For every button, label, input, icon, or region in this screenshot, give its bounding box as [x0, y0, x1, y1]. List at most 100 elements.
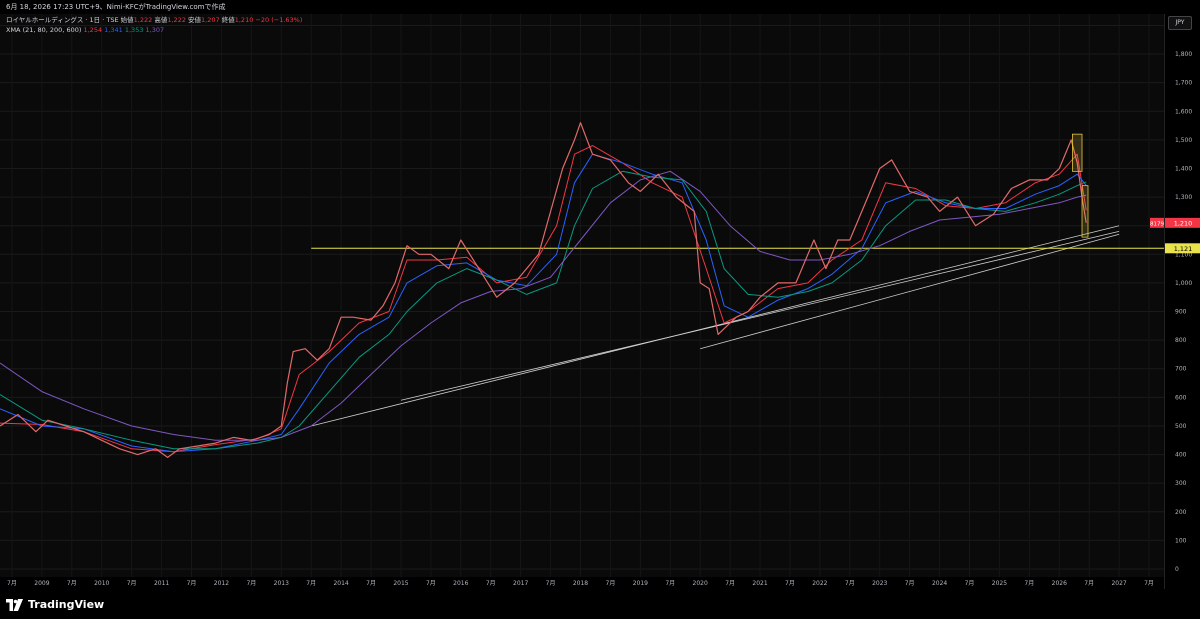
price-tick-label: 1,700 [1175, 80, 1192, 87]
price-tick-label: 500 [1175, 423, 1187, 430]
ma-200-value: 1,353 [124, 26, 144, 34]
time-tick-label: 7月 [306, 580, 316, 587]
time-tick-label: 7月 [1144, 580, 1154, 587]
ohlc-high-label: 高値 [154, 16, 168, 24]
time-tick-label: 7月 [965, 580, 975, 587]
time-tick-label: 2021 [752, 580, 767, 587]
time-tick-label: 2019 [633, 580, 648, 587]
time-tick-label: 2020 [693, 580, 708, 587]
ma-line-200 [0, 170, 1087, 450]
countdown-tag-label: 8179 [1150, 221, 1164, 227]
chart-legend: ロイヤルホールディングス · 1日 · TSE 始値1,222 高値1,222 … [6, 15, 302, 35]
symbol-name[interactable]: ロイヤルホールディングス · 1日 · TSE [6, 16, 119, 24]
price-tags: 1,210 1,121 [1165, 217, 1200, 254]
ma-line-21 [0, 145, 1087, 453]
time-tick-label: 7月 [1084, 580, 1094, 587]
price-tick-label: 1,600 [1175, 108, 1192, 115]
price-tick-label: 1,400 [1175, 165, 1192, 172]
time-tick-label: 7月 [426, 580, 436, 587]
price-tick-label: 900 [1175, 309, 1187, 316]
brand-label: TradingView [28, 598, 105, 611]
ma-line-600 [0, 170, 1087, 441]
tradingview-brand[interactable]: TradingView [6, 598, 104, 611]
level-tag-label: 1,121 [1174, 245, 1193, 253]
highlight-box [1072, 133, 1083, 172]
time-tick-label: 2011 [154, 580, 169, 587]
time-tick-label: 7月 [725, 580, 735, 587]
legend-symbol-row: ロイヤルホールディングス · 1日 · TSE 始値1,222 高値1,222 … [6, 15, 302, 25]
time-tick-label: 2017 [513, 580, 528, 587]
time-tick-label: 7月 [127, 580, 137, 587]
ohlc-change: −20 (−1.63%) [255, 16, 303, 24]
time-tick-label: 7月 [546, 580, 556, 587]
time-tick-label: 2013 [274, 580, 289, 587]
time-tick-label: 2012 [214, 580, 229, 587]
time-tick-label: 7月 [905, 580, 915, 587]
time-tick-label: 7月 [7, 580, 17, 587]
time-tick-label: 2018 [573, 580, 588, 587]
legend-indicator-row[interactable]: XMA (21, 80, 200, 600) 1,254 1,341 1,353… [6, 25, 302, 35]
price-tick-label: 1,300 [1175, 194, 1192, 201]
price-tick-label: 600 [1175, 394, 1187, 401]
indicator-name[interactable]: XMA (21, 80, 200, 600) [6, 26, 81, 34]
time-tick-label: 7月 [1024, 580, 1034, 587]
price-tick-label: 1,800 [1175, 51, 1192, 58]
ohlc-low-value: 1,207 [201, 16, 220, 24]
ohlc-close-value: 1,210 [234, 16, 254, 24]
price-line [0, 122, 1087, 458]
time-tick-label: 7月 [187, 580, 197, 587]
price-tick-label: 1,000 [1175, 280, 1192, 287]
time-axis[interactable]: 7月 2009 7月 2010 7月 2011 7月 2012 7月 2013 7月 2014 7月 20… [0, 577, 1164, 589]
price-tick-label: 700 [1175, 366, 1187, 373]
ohlc-low-label: 安値 [188, 16, 202, 24]
time-tick-label: 7月 [845, 580, 855, 587]
time-tick-label: 7月 [785, 580, 795, 587]
time-tick-label: 7月 [665, 580, 675, 587]
price-tick-label: 0 [1175, 566, 1179, 573]
price-tick-label: 800 [1175, 337, 1187, 344]
chart-area[interactable]: 7月 2009 7月 2010 7月 2011 7月 2012 7月 2013 7月 2014 7月 20… [0, 14, 1164, 589]
price-tick-label: 400 [1175, 452, 1187, 459]
ohlc-open-value: 1,222 [133, 16, 153, 24]
currency-button[interactable]: JPY [1168, 16, 1192, 30]
ohlc-open-label: 始値 [120, 16, 134, 24]
time-tick-label: 7月 [486, 580, 496, 587]
time-tick-label: 2022 [812, 580, 827, 587]
time-tick-label: 2023 [872, 580, 887, 587]
price-axis-svg[interactable]: 01002003004005006007008009001,0001,1001,… [1165, 14, 1200, 589]
ma-21-value: 1,254 [83, 26, 103, 34]
price-tick-label: 100 [1175, 537, 1187, 544]
ohlc-close-label: 終値 [221, 16, 235, 24]
time-tick-label: 2015 [393, 580, 408, 587]
time-tick-label: 2025 [992, 580, 1007, 587]
grid [0, 14, 1164, 577]
time-tick-label: 7月 [67, 580, 77, 587]
price-tick-label: 200 [1175, 509, 1187, 516]
chart-snapshot-caption: 6月 18, 2026 17:23 UTC+9、Nimi-KFCがTrading… [6, 3, 226, 11]
time-tick-label: 7月 [606, 580, 616, 587]
ohlc-high-value: 1,222 [167, 16, 186, 24]
price-tick-label: 1,500 [1175, 137, 1192, 144]
time-tick-label: 2026 [1052, 580, 1067, 587]
time-tick-label: 2016 [453, 580, 468, 587]
moving-averages [0, 145, 1087, 453]
time-tick-label: 2014 [333, 580, 348, 587]
price-line-series [0, 122, 1087, 458]
time-tick-label: 2024 [932, 580, 947, 587]
price-tick-label: 300 [1175, 480, 1187, 487]
time-tick-label: 2009 [34, 580, 49, 587]
time-tick-label: 2027 [1111, 580, 1126, 587]
price-axis[interactable]: 0 100 200 300 400 500 600 700 800 900 1,000 1,100 1,… [1164, 14, 1200, 589]
footer-bar [0, 589, 1200, 619]
price-axis-ticks: 01002003004005006007008009001,0001,1001,… [1175, 22, 1192, 573]
highlight-box [1081, 185, 1089, 238]
ma-line-80 [0, 153, 1087, 453]
ma-600-value: 1,307 [145, 26, 165, 34]
last-price-tag-label: 1,210 [1174, 219, 1193, 227]
time-tick-label: 2010 [94, 580, 109, 587]
tradingview-logo-icon [6, 598, 23, 611]
price-chart[interactable]: 7月 2009 7月 2010 7月 2011 7月 2012 7月 2013 7月 2014 7月 20… [0, 14, 1164, 589]
ma-80-value: 1,341 [104, 26, 123, 34]
time-tick-label: 7月 [366, 580, 376, 587]
time-tick-label: 7月 [246, 580, 256, 587]
